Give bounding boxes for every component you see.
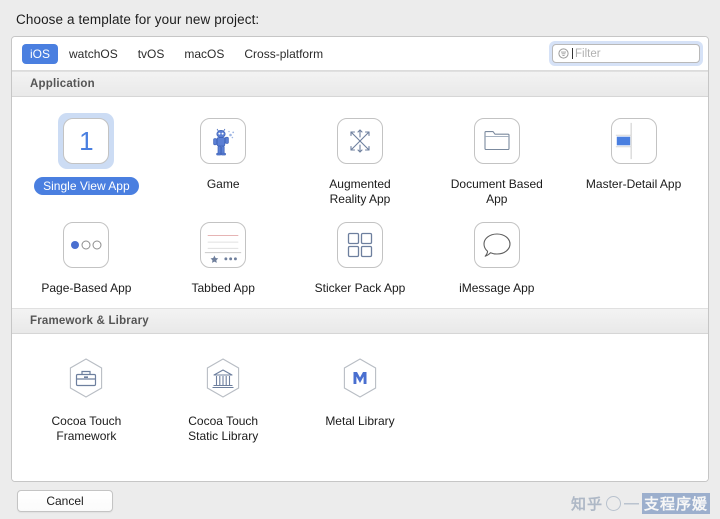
template-item-label: iMessage App: [459, 281, 535, 295]
template-item-label: Augmented Reality App: [329, 177, 391, 206]
folder-icon: [473, 118, 520, 164]
template-item-tabbed-app[interactable]: Tabbed App: [155, 211, 292, 300]
template-item-sticker-pack-app[interactable]: Sticker Pack App: [292, 211, 429, 300]
hex-toolbox-icon: [63, 355, 109, 401]
application-template-grid: 1 Single View App Game Augmented Reality…: [12, 97, 708, 308]
icon-slot: [332, 113, 388, 169]
icon-slot: [332, 217, 388, 273]
icon-slot: [195, 350, 251, 406]
game-robot-icon: [200, 118, 247, 164]
dialog-footer: Cancel: [0, 482, 720, 519]
grid-spacer: [565, 211, 702, 300]
icon-slot: [58, 217, 114, 273]
icon-slot: [469, 217, 525, 273]
text-caret: [572, 48, 573, 59]
template-item-game[interactable]: Game: [155, 107, 292, 211]
platform-tabs: iOS watchOS tvOS macOS Cross-platform: [22, 43, 332, 64]
icon-slot: [469, 113, 525, 169]
template-item-label: Cocoa Touch Framework: [51, 414, 122, 443]
sticker-grid-icon: [336, 222, 383, 268]
template-item-cocoa-touch-framework[interactable]: Cocoa Touch Framework: [18, 344, 155, 448]
template-item-label: Sticker Pack App: [314, 281, 406, 295]
grid-spacer: [428, 344, 565, 448]
template-item-label: Page-Based App: [41, 281, 132, 295]
single-view-icon: 1: [63, 118, 110, 164]
template-item-label: Tabbed App: [191, 281, 255, 295]
grid-spacer: [565, 344, 702, 448]
page-dots-icon: [63, 222, 110, 268]
filter-menu-icon[interactable]: [558, 48, 569, 59]
augmented-reality-icon: [336, 118, 383, 164]
icon-slot: [195, 217, 251, 273]
icon-slot: [332, 350, 388, 406]
template-item-page-based-app[interactable]: Page-Based App: [18, 211, 155, 300]
hex-metal-m-icon: [337, 355, 383, 401]
icon-slot: [58, 350, 114, 406]
template-item-metal-library[interactable]: Metal Library: [292, 344, 429, 448]
template-panel: iOS watchOS tvOS macOS Cross-platform Fi…: [11, 36, 709, 482]
selection-highlight: 1: [58, 113, 115, 169]
icon-slot: [195, 113, 251, 169]
hex-bank-icon: [200, 355, 246, 401]
template-item-cocoa-touch-static-library[interactable]: Cocoa Touch Static Library: [155, 344, 292, 448]
icon-slot: [606, 113, 662, 169]
speech-bubble-icon: [473, 222, 520, 268]
template-item-label: Document Based App: [450, 177, 543, 206]
search-input[interactable]: Filter: [552, 44, 700, 63]
template-item-label: Master-Detail App: [585, 177, 682, 191]
filter-field-wrapper: Filter: [549, 41, 703, 66]
section-header-application: Application: [12, 71, 708, 97]
new-project-template-dialog: Choose a template for your new project: …: [0, 0, 720, 519]
framework-template-grid: Cocoa Touch Framework Cocoa Touch Static…: [12, 334, 708, 456]
template-item-master-detail-app[interactable]: Master-Detail App: [565, 107, 702, 211]
template-item-imessage-app[interactable]: iMessage App: [428, 211, 565, 300]
search-input-placeholder: Filter: [575, 47, 601, 60]
template-item-document-based-app[interactable]: Document Based App: [428, 107, 565, 211]
template-item-label: Single View App: [34, 177, 139, 195]
template-item-label: Metal Library: [325, 414, 395, 428]
cancel-button[interactable]: Cancel: [17, 489, 113, 512]
tab-cross-platform[interactable]: Cross-platform: [235, 44, 332, 64]
tab-ios[interactable]: iOS: [22, 43, 59, 64]
tab-watchos[interactable]: watchOS: [60, 44, 127, 64]
tab-bar-icon: [200, 222, 247, 268]
template-item-single-view-app[interactable]: 1 Single View App: [18, 107, 155, 211]
tab-macos[interactable]: macOS: [175, 44, 233, 64]
section-header-framework-library: Framework & Library: [12, 308, 708, 334]
platform-toolbar: iOS watchOS tvOS macOS Cross-platform Fi…: [12, 37, 708, 71]
template-list[interactable]: Application 1 Single View App Game Augme…: [12, 71, 708, 481]
template-item-label: Cocoa Touch Static Library: [188, 414, 259, 443]
template-item-label: Game: [206, 177, 240, 191]
tab-tvos[interactable]: tvOS: [129, 44, 174, 64]
template-item-augmented-reality-app[interactable]: Augmented Reality App: [292, 107, 429, 211]
master-detail-icon: [610, 118, 657, 164]
page-title: Choose a template for your new project:: [16, 12, 260, 27]
